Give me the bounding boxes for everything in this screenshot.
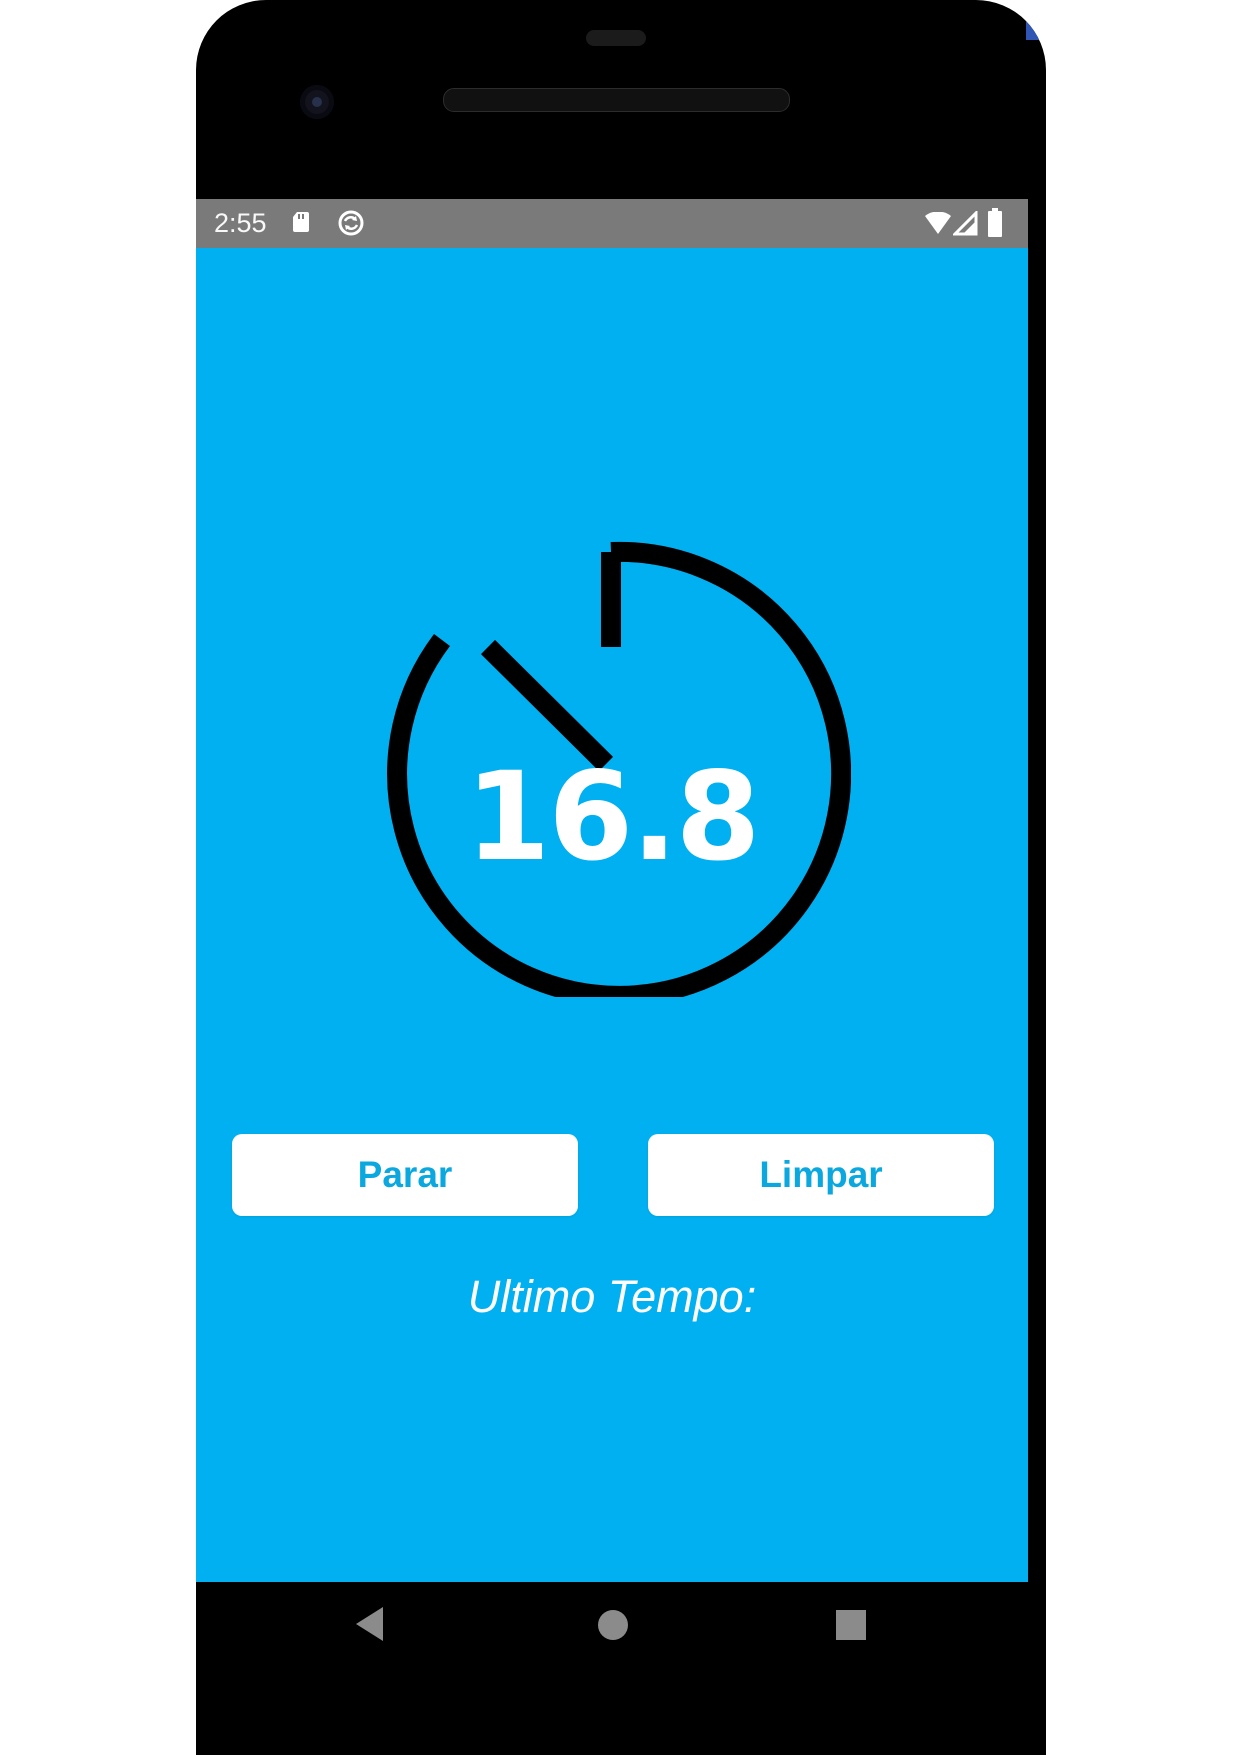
sync-icon <box>338 210 364 236</box>
back-icon[interactable] <box>356 1607 383 1641</box>
clear-button[interactable]: Limpar <box>648 1134 994 1216</box>
earpiece-speaker <box>443 88 790 112</box>
elapsed-time: 16.8 <box>465 746 760 888</box>
last-time-label: Ultimo Tempo: <box>467 1271 757 1322</box>
top-sensor <box>586 30 646 46</box>
phone-frame: 2:55 16.8 Parar Limpar Ultimo Tempo: <box>196 0 1046 1755</box>
wifi-icon <box>925 212 951 234</box>
app-screen: 2:55 16.8 Parar Limpar Ultimo Tempo: <box>196 199 1028 1582</box>
recent-apps-icon[interactable] <box>836 1610 866 1640</box>
status-time: 2:55 <box>214 208 267 238</box>
navigation-bar <box>196 1582 1046 1755</box>
sd-card-icon <box>293 212 309 232</box>
home-icon[interactable] <box>598 1610 628 1640</box>
device-screenshot: 2:55 16.8 Parar Limpar Ultimo Tempo: <box>0 0 1240 1755</box>
phone-edge <box>1026 0 1046 40</box>
stop-button[interactable]: Parar <box>232 1134 578 1216</box>
signal-icon <box>953 211 978 236</box>
status-bar: 2:55 <box>196 199 1028 248</box>
front-camera-icon <box>300 85 334 119</box>
battery-icon <box>988 208 1002 237</box>
